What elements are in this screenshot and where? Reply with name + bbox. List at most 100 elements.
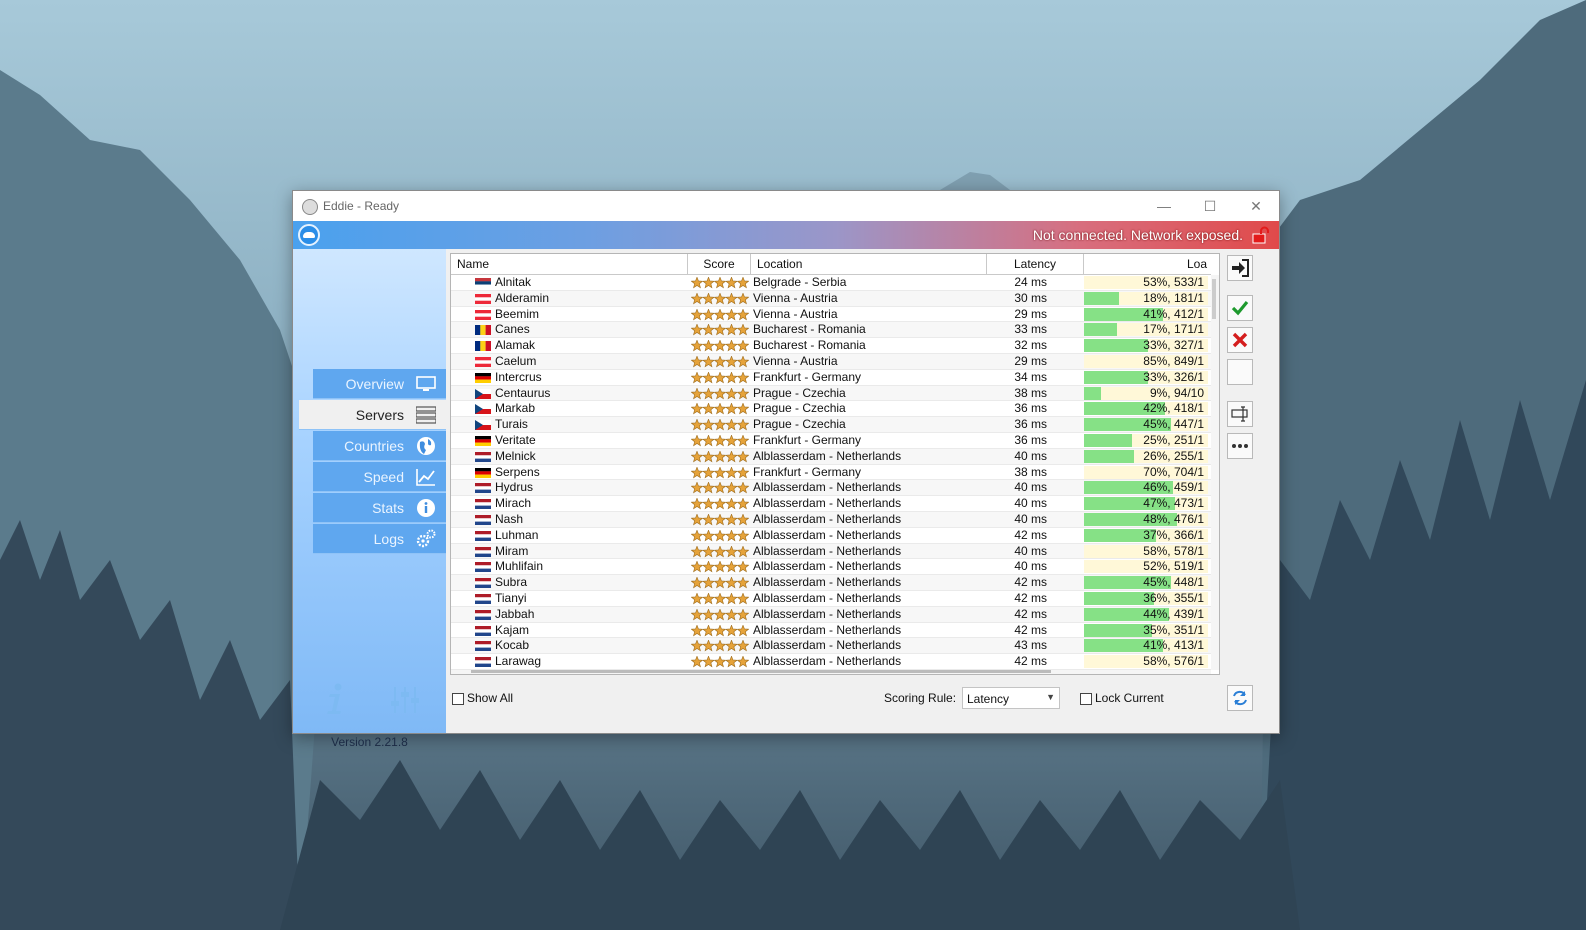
show-all-label: Show All	[467, 691, 514, 705]
flag-icon	[475, 325, 491, 336]
server-latency: 36 ms	[1014, 417, 1047, 432]
score-stars-icon	[691, 529, 749, 542]
server-location: Bucharest - Romania	[753, 322, 866, 337]
allowlist-button[interactable]	[1227, 295, 1253, 321]
server-load: 41%, 412/1	[1084, 307, 1208, 322]
col-score[interactable]: Score	[688, 254, 751, 274]
server-location: Belgrade - Serbia	[753, 275, 847, 289]
eddie-logo-icon	[298, 224, 320, 246]
table-row[interactable]: Turais Prague - Czechia 36 ms 45%, 447/1	[451, 417, 1211, 433]
server-location: Alblasserdam - Netherlands	[753, 575, 902, 590]
table-row[interactable]: Tianyi Alblasserdam - Netherlands 42 ms 36%…	[451, 591, 1211, 607]
vertical-scrollbar[interactable]	[1211, 275, 1219, 670]
nav-countries[interactable]: Countries	[313, 431, 446, 461]
lock-current-checkbox[interactable]	[1080, 693, 1092, 705]
load-text: 45%, 447/1	[1143, 417, 1204, 432]
scoring-rule-select[interactable]: Latency ▼	[962, 687, 1060, 709]
table-row[interactable]: Beemim Vienna - Austria 29 ms 41%, 412/1	[451, 307, 1211, 323]
col-latency[interactable]: Latency	[987, 254, 1084, 274]
load-bar	[1084, 386, 1101, 400]
about-icon[interactable]	[323, 683, 349, 715]
table-header: Name Score Location Latency Loa	[451, 254, 1211, 275]
server-latency: 43 ms	[1014, 638, 1047, 653]
denylist-button[interactable]	[1227, 327, 1253, 353]
clear-list-button[interactable]	[1227, 359, 1253, 385]
table-row[interactable]: Alnitak Belgrade - Serbia 24 ms 53%, 533/1	[451, 275, 1211, 291]
table-row[interactable]: Hydrus Alblasserdam - Netherlands 40 ms 46%…	[451, 480, 1211, 497]
table-row[interactable]: Serpens Frankfurt - Germany 38 ms 70%, 704/…	[451, 465, 1211, 481]
info-icon	[417, 499, 435, 517]
flag-icon	[475, 546, 491, 557]
nav-overview[interactable]: Overview	[313, 369, 446, 399]
server-name: Alamak	[495, 338, 536, 353]
server-latency: 34 ms	[1014, 369, 1047, 384]
load-text: 33%, 327/1	[1143, 338, 1204, 353]
score-stars-icon	[691, 324, 749, 336]
horizontal-scrollbar[interactable]	[451, 670, 1211, 674]
show-all-checkbox[interactable]	[452, 693, 464, 705]
table-row[interactable]: Mirach Alblasserdam - Netherlands 40 ms 47%…	[451, 496, 1211, 512]
maximize-button[interactable]: ☐	[1187, 191, 1233, 221]
monitor-icon	[416, 376, 436, 391]
server-load: 37%, 366/1	[1084, 528, 1208, 543]
server-load: 85%, 849/1	[1084, 354, 1208, 369]
load-text: 58%, 576/1	[1143, 654, 1204, 669]
load-text: 9%, 94/10	[1149, 385, 1204, 400]
more-button[interactable]	[1227, 433, 1253, 459]
table-row[interactable]: Jabbah Alblasserdam - Netherlands 42 ms 44%…	[451, 606, 1211, 623]
flag-icon	[475, 309, 491, 320]
table-row[interactable]: Luhman Alblasserdam - Netherlands 42 ms 37%…	[451, 528, 1211, 544]
server-name: Caelum	[495, 353, 537, 368]
server-latency: 36 ms	[1014, 432, 1047, 447]
table-row[interactable]: Kocab Alblasserdam - Netherlands 43 ms 41%,…	[451, 638, 1211, 655]
rename-button[interactable]	[1227, 401, 1253, 427]
nav-logs[interactable]: Logs	[313, 524, 446, 554]
server-location: Frankfurt - Germany	[753, 432, 862, 447]
col-location[interactable]: Location	[751, 254, 987, 274]
table-row[interactable]: Subra Alblasserdam - Netherlands 42 ms 45%,…	[451, 575, 1211, 591]
table-row[interactable]: Veritate Frankfurt - Germany 36 ms 25%, 251…	[451, 433, 1211, 449]
table-row[interactable]: Alderamin Vienna - Austria 30 ms 18%, 181/1	[451, 290, 1211, 307]
score-stars-icon	[691, 498, 749, 510]
table-row[interactable]: Kajam Alblasserdam - Netherlands 42 ms 35%,…	[451, 623, 1211, 639]
server-location: Alblasserdam - Netherlands	[753, 511, 902, 526]
server-name: Larawag	[495, 654, 542, 669]
server-location: Prague - Czechia	[753, 385, 846, 400]
table-row[interactable]: Muhlifain Alblasserdam - Netherlands 40 ms…	[451, 559, 1211, 576]
table-row[interactable]: Miram Alblasserdam - Netherlands 40 ms 58%,…	[451, 543, 1211, 560]
server-location: Frankfurt - Germany	[753, 369, 862, 384]
minimize-button[interactable]: —	[1141, 191, 1187, 221]
server-load: 25%, 251/1	[1084, 433, 1208, 448]
scroll-thumb[interactable]	[1212, 279, 1216, 319]
load-text: 52%, 519/1	[1143, 559, 1204, 574]
table-row[interactable]: Larawag Alblasserdam - Netherlands 42 ms 58…	[451, 654, 1211, 670]
table-row[interactable]: Nash Alblasserdam - Netherlands 40 ms 48%, …	[451, 511, 1211, 528]
table-row[interactable]: Canes Bucharest - Romania 33 ms 17%, 171/1	[451, 322, 1211, 339]
server-latency: 40 ms	[1014, 559, 1047, 574]
unlocked-icon	[1252, 226, 1269, 244]
table-row[interactable]: Intercrus Frankfurt - Germany 34 ms 33%, 32…	[451, 370, 1211, 386]
server-load: 45%, 448/1	[1084, 575, 1208, 590]
load-text: 53%, 533/1	[1143, 275, 1204, 289]
close-button[interactable]: ✕	[1233, 191, 1279, 221]
score-stars-icon	[691, 482, 749, 494]
eddie-window: Eddie - Ready — ☐ ✕ Not connected. Netwo…	[292, 190, 1280, 749]
table-row[interactable]: Markab Prague - Czechia 36 ms 42%, 418/1	[451, 401, 1211, 418]
table-row[interactable]: Melnick Alblasserdam - Netherlands 40 ms 26…	[451, 448, 1211, 465]
nav-speed[interactable]: Speed	[313, 462, 446, 492]
load-text: 35%, 351/1	[1143, 622, 1204, 637]
nav-stats[interactable]: Stats	[313, 493, 446, 523]
server-load: 52%, 519/1	[1084, 559, 1208, 574]
nav-servers[interactable]: Servers	[299, 400, 446, 430]
table-row[interactable]: Alamak Bucharest - Romania 32 ms 33%, 327/1	[451, 338, 1211, 354]
table-row[interactable]: Centaurus Prague - Czechia 38 ms 9%, 94/10	[451, 385, 1211, 402]
connect-button[interactable]	[1227, 255, 1253, 281]
server-load: 17%, 171/1	[1084, 322, 1208, 337]
scroll-thumb[interactable]	[471, 670, 1051, 673]
score-stars-icon	[691, 355, 749, 368]
col-name[interactable]: Name	[451, 254, 688, 274]
server-load: 53%, 533/1	[1084, 275, 1208, 290]
table-row[interactable]: Caelum Vienna - Austria 29 ms 85%, 849/1	[451, 353, 1211, 370]
col-load[interactable]: Loa	[1084, 254, 1211, 274]
preferences-icon[interactable]	[389, 685, 421, 715]
